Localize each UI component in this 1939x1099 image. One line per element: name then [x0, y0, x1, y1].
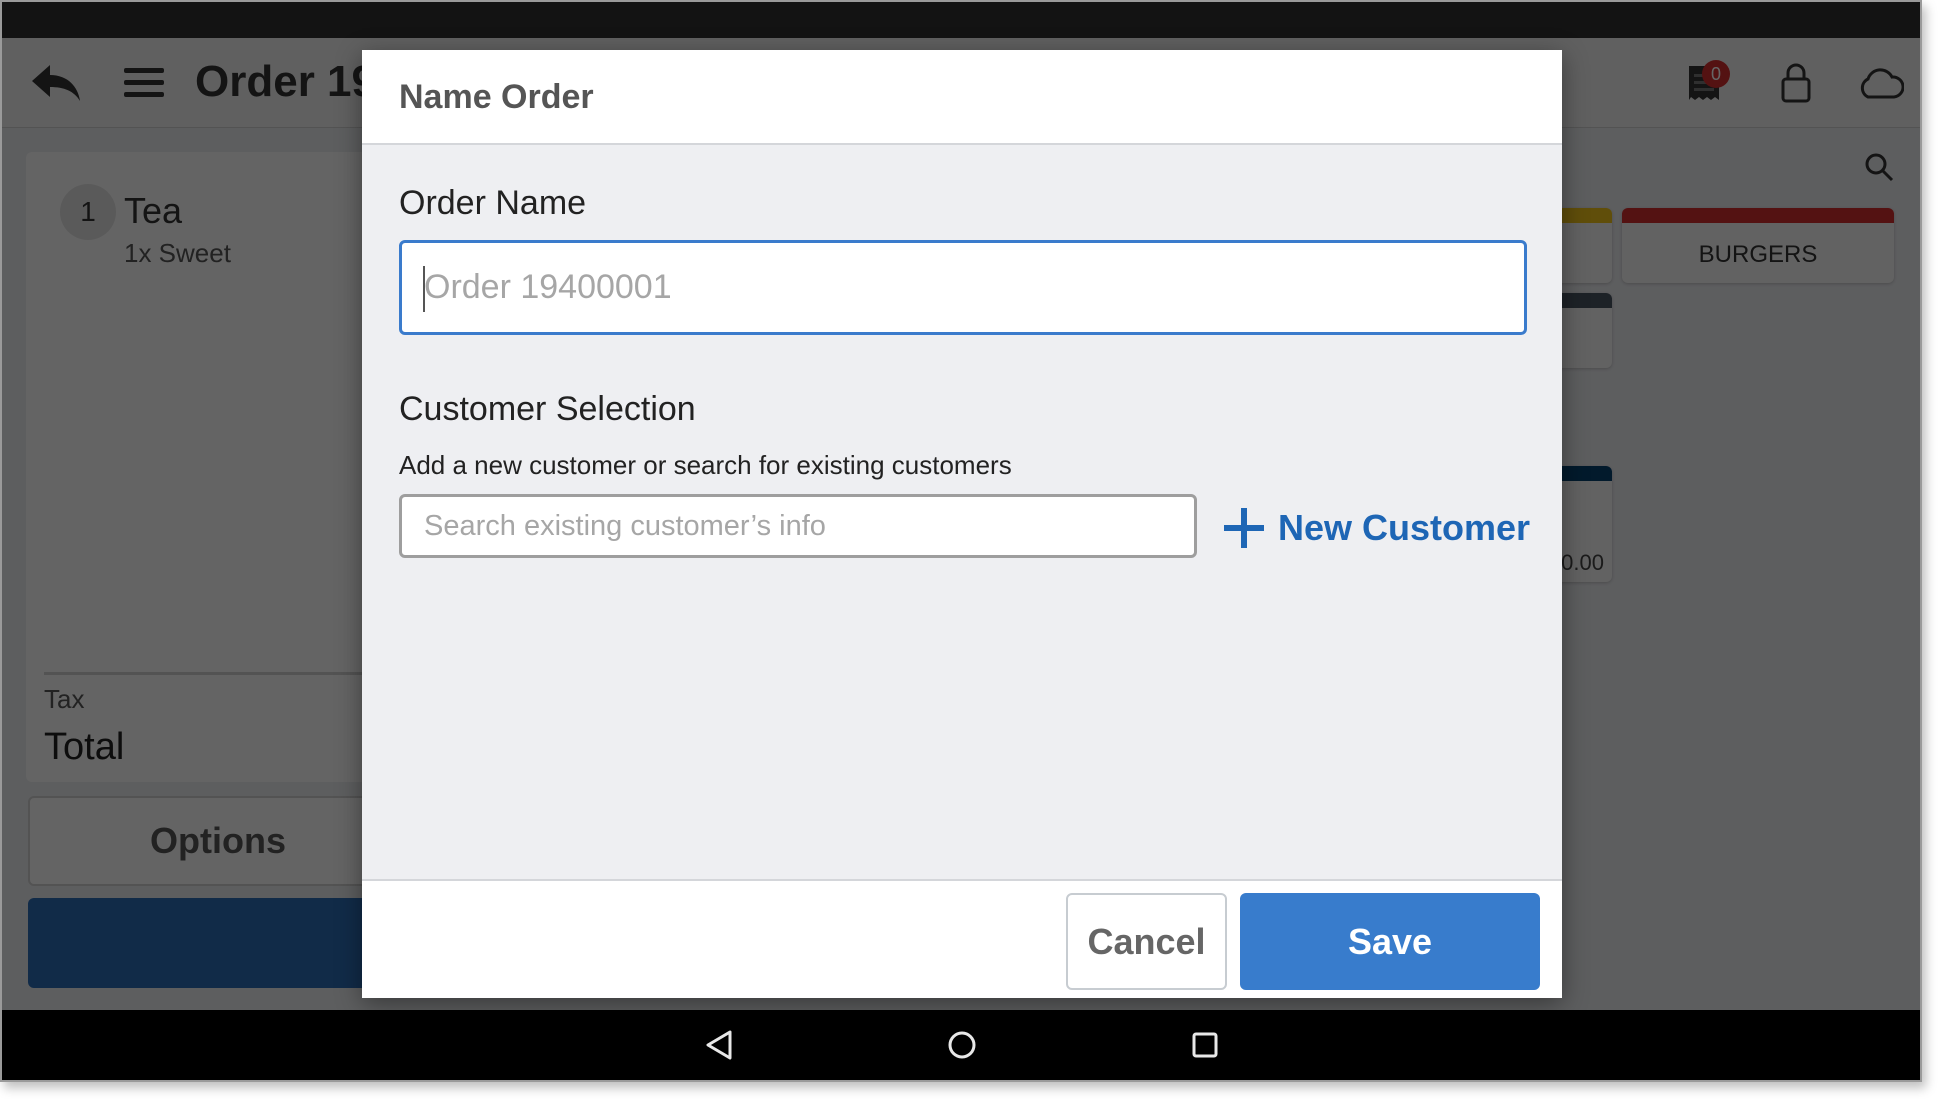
device-frame: Order 19400001 0 1 Tea 1x Sweet Tax Tota… [0, 0, 1922, 1082]
new-customer-label: New Customer [1278, 507, 1531, 548]
screen: Order 19400001 0 1 Tea 1x Sweet Tax Tota… [2, 2, 1920, 1080]
nav-recents-icon[interactable] [1170, 1010, 1240, 1080]
new-customer-button[interactable]: New Customer [1224, 498, 1530, 558]
name-order-dialog: Name Order Order Name Customer Selection… [362, 50, 1562, 998]
text-caret [423, 266, 425, 312]
plus-icon [1224, 508, 1264, 548]
customer-selection-help: Add a new customer or search for existin… [399, 450, 1012, 480]
save-button[interactable]: Save [1240, 893, 1540, 990]
system-nav-bar [2, 1010, 1920, 1080]
order-name-label: Order Name [399, 184, 587, 222]
nav-home-icon[interactable] [927, 1010, 997, 1080]
cancel-button[interactable]: Cancel [1066, 893, 1227, 990]
dialog-header: Name Order [362, 50, 1562, 145]
customer-search-input[interactable] [399, 494, 1197, 558]
dialog-footer: Cancel Save [362, 879, 1562, 998]
customer-selection-label: Customer Selection [399, 390, 696, 428]
order-name-input[interactable] [399, 240, 1527, 335]
nav-back-icon[interactable] [684, 1010, 754, 1080]
dialog-title: Name Order [399, 78, 594, 116]
